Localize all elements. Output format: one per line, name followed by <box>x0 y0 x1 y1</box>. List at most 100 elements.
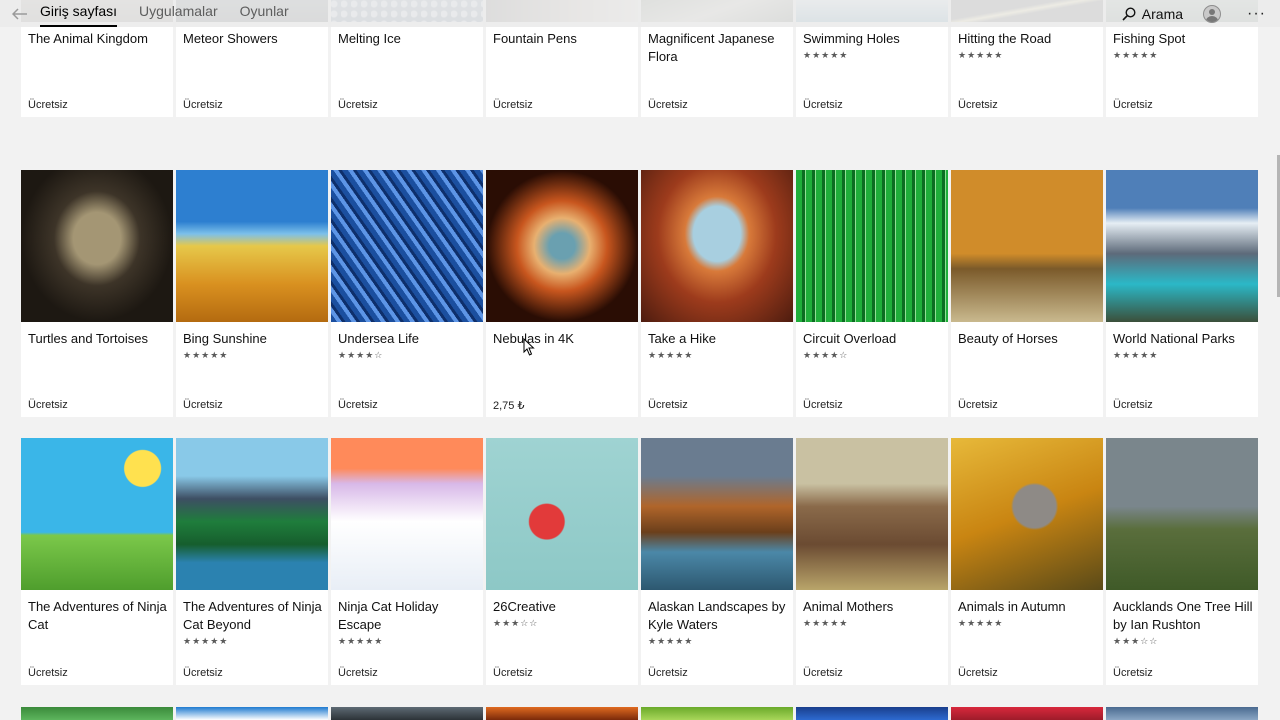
card-title: Fishing Spot <box>1113 31 1186 46</box>
theme-card-animals-autumn[interactable]: Animals in Autumn ★★★★★ Ücretsiz <box>951 438 1103 685</box>
theme-card-take-a-hike[interactable]: Take a Hike ★★★★★ Ücretsiz <box>641 170 793 417</box>
alaskan-landscapes-thumbnail-icon <box>641 438 793 590</box>
card-info: Beauty of Horses Ücretsiz <box>951 322 1103 417</box>
card-title: Animal Mothers <box>803 599 894 614</box>
turtles-thumbnail-icon <box>21 170 173 322</box>
theme-card-partial[interactable] <box>796 707 948 720</box>
card-info: Aucklands One Tree Hill by Ian Rushton ★★… <box>1106 590 1258 685</box>
price-label: Ücretsiz <box>28 667 68 679</box>
ninja-cat-holiday-thumbnail-icon <box>331 438 483 590</box>
card-title: Take a Hike <box>648 331 716 346</box>
price-label: Ücretsiz <box>183 667 223 679</box>
price-label: Ücretsiz <box>1113 667 1153 679</box>
card-title: The Adventures of Ninja Cat <box>28 599 167 632</box>
price-label: Ücretsiz <box>28 399 68 411</box>
card-title: Nebulas in 4K <box>493 331 574 346</box>
card-info: Hitting the Road ★★★★★ Ücretsiz <box>951 22 1103 117</box>
theme-card-partial[interactable] <box>951 707 1103 720</box>
card-info: 26Creative ★★★☆☆ Ücretsiz <box>486 590 638 685</box>
theme-card-horses[interactable]: Beauty of Horses Ücretsiz <box>951 170 1103 417</box>
price-label: 2,75 ₺ <box>493 400 525 412</box>
theme-card-partial[interactable] <box>176 707 328 720</box>
price-label: Ücretsiz <box>803 667 843 679</box>
price-label: Ücretsiz <box>1113 399 1153 411</box>
undersea-life-thumbnail-icon <box>331 170 483 322</box>
tab-apps[interactable]: Uygulamalar <box>139 0 218 27</box>
sky-thumbnail-icon <box>176 707 328 720</box>
horses-thumbnail-icon <box>951 170 1103 322</box>
card-info: Fishing Spot ★★★★★ Ücretsiz <box>1106 22 1258 117</box>
26creative-thumbnail-icon <box>486 438 638 590</box>
card-info: Circuit Overload ★★★★☆ Ücretsiz <box>796 322 948 417</box>
card-title: Hitting the Road <box>958 31 1052 46</box>
rating-stars: ★★★★★ <box>183 350 229 360</box>
search-icon <box>1122 6 1136 21</box>
theme-card-partial[interactable] <box>331 707 483 720</box>
card-title: Fountain Pens <box>493 31 577 46</box>
card-info: Nebulas in 4K 2,75 ₺ <box>486 322 638 417</box>
card-info: Alaskan Landscapes by Kyle Waters ★★★★★ Üc… <box>641 590 793 685</box>
back-arrow-icon[interactable] <box>0 0 40 27</box>
user-avatar-icon[interactable] <box>1203 4 1222 23</box>
tab-home[interactable]: Giriş sayfası <box>40 0 118 27</box>
theme-card-partial[interactable] <box>486 707 638 720</box>
theme-card-ninja-cat[interactable]: The Adventures of Ninja Cat Ücretsiz <box>21 438 173 685</box>
card-title: Turtles and Tortoises <box>28 331 148 346</box>
card-info: Turtles and Tortoises Ücretsiz <box>21 322 173 417</box>
price-label: Ücretsiz <box>338 99 378 111</box>
card-info: Bing Sunshine ★★★★★ Ücretsiz <box>176 322 328 417</box>
rating-stars: ★★★★★ <box>1113 350 1159 360</box>
price-label: Ücretsiz <box>1113 99 1153 111</box>
national-parks-thumbnail-icon <box>1106 170 1258 322</box>
rating-stars: ★★★★★ <box>183 636 229 646</box>
ocean-thumbnail-icon <box>796 707 948 720</box>
theme-card-turtles[interactable]: Turtles and Tortoises Ücretsiz <box>21 170 173 417</box>
card-info: Magnificent Japanese Flora Ücretsiz <box>641 22 793 117</box>
theme-card-alaskan-landscapes[interactable]: Alaskan Landscapes by Kyle Waters ★★★★★ Üc… <box>641 438 793 685</box>
card-info: World National Parks ★★★★★ Ücretsiz <box>1106 322 1258 417</box>
card-title: 26Creative <box>493 599 556 614</box>
theme-card-nebulas[interactable]: Nebulas in 4K 2,75 ₺ <box>486 170 638 417</box>
card-title: Circuit Overload <box>803 331 897 346</box>
card-info: Undersea Life ★★★★☆ Ücretsiz <box>331 322 483 417</box>
theme-card-undersea-life[interactable]: Undersea Life ★★★★☆ Ücretsiz <box>331 170 483 417</box>
card-info: The Animal Kingdom Ücretsiz <box>21 22 173 117</box>
rating-stars: ★★★★★ <box>338 636 384 646</box>
price-label: Ücretsiz <box>648 399 688 411</box>
price-label: Ücretsiz <box>648 667 688 679</box>
price-label: Ücretsiz <box>183 99 223 111</box>
price-label: Ücretsiz <box>958 667 998 679</box>
card-info: Animals in Autumn ★★★★★ Ücretsiz <box>951 590 1103 685</box>
card-info: The Adventures of Ninja Cat Beyond ★★★★★ Ü… <box>176 590 328 685</box>
rating-stars: ★★★★★ <box>803 618 849 628</box>
rating-stars: ★★★★★ <box>648 636 694 646</box>
theme-card-one-tree-hill[interactable]: Aucklands One Tree Hill by Ian Rushton ★★… <box>1106 438 1258 685</box>
tab-games[interactable]: Oyunlar <box>240 0 289 27</box>
theme-card-partial[interactable] <box>641 707 793 720</box>
theme-card-partial[interactable] <box>1106 707 1258 720</box>
bing-sunshine-thumbnail-icon <box>176 170 328 322</box>
card-title: The Animal Kingdom <box>28 31 148 46</box>
ninja-cat-thumbnail-icon <box>21 438 173 590</box>
more-options-icon[interactable]: ··· <box>1247 5 1266 23</box>
price-label: Ücretsiz <box>958 99 998 111</box>
theme-card-national-parks[interactable]: World National Parks ★★★★★ Ücretsiz <box>1106 170 1258 417</box>
theme-card-ninja-cat-beyond[interactable]: The Adventures of Ninja Cat Beyond ★★★★★ Ü… <box>176 438 328 685</box>
theme-card-26creative[interactable]: 26Creative ★★★☆☆ Ücretsiz <box>486 438 638 685</box>
search-button[interactable]: Arama <box>1122 6 1183 22</box>
rating-stars: ★★★★★ <box>958 618 1004 628</box>
theme-card-partial[interactable] <box>21 707 173 720</box>
price-label: Ücretsiz <box>493 667 533 679</box>
nebulas-thumbnail-icon <box>486 170 638 322</box>
price-label: Ücretsiz <box>958 399 998 411</box>
theme-card-ninja-cat-holiday[interactable]: Ninja Cat Holiday Escape ★★★★★ Ücretsiz <box>331 438 483 685</box>
card-title: Ninja Cat Holiday Escape <box>338 599 439 632</box>
card-info: The Adventures of Ninja Cat Ücretsiz <box>21 590 173 685</box>
card-info: Swimming Holes ★★★★★ Ücretsiz <box>796 22 948 117</box>
card-title: Beauty of Horses <box>958 331 1058 346</box>
theme-card-bing-sunshine[interactable]: Bing Sunshine ★★★★★ Ücretsiz <box>176 170 328 417</box>
card-info: Take a Hike ★★★★★ Ücretsiz <box>641 322 793 417</box>
theme-card-animal-mothers[interactable]: Animal Mothers ★★★★★ Ücretsiz <box>796 438 948 685</box>
rating-stars: ★★★★☆ <box>803 350 849 360</box>
theme-card-circuit-overload[interactable]: Circuit Overload ★★★★☆ Ücretsiz <box>796 170 948 417</box>
